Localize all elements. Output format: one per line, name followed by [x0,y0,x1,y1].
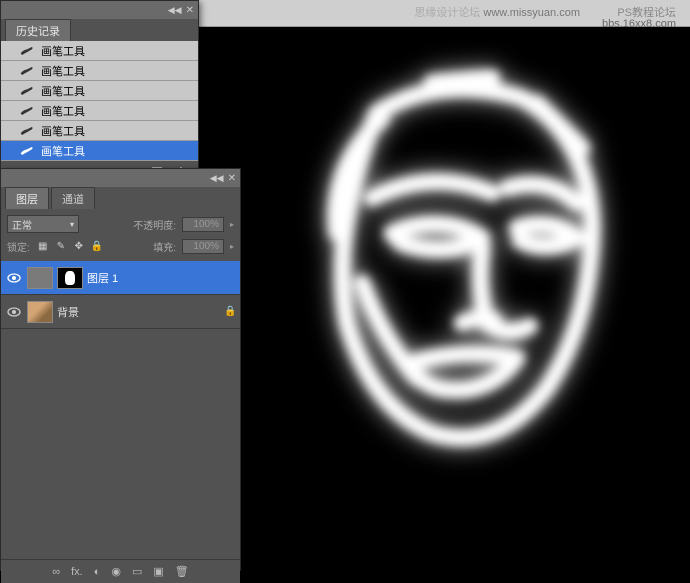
collapse-icon[interactable]: ◀◀ [210,173,224,184]
brush-icon [19,65,35,77]
history-item-label: 画笔工具 [35,63,85,79]
layers-panel: ◀◀ ✕ 图层 通道 正常▾ 不透明度: 100% ▸ 锁定: ▦ ✎ ✥ 🔒 … [0,168,241,571]
history-list: 画笔工具 画笔工具 画笔工具 画笔工具 画笔工具 画笔工具 [1,41,198,161]
tab-layers[interactable]: 图层 [5,187,49,209]
brush-icon [19,85,35,97]
history-item[interactable]: 画笔工具 [1,41,198,61]
tab-channels[interactable]: 通道 [51,187,95,209]
brush-icon [19,125,35,137]
history-item[interactable]: 画笔工具 [1,61,198,81]
opacity-value[interactable]: 100% [182,217,224,232]
brush-icon [19,105,35,117]
layer-name: 图层 1 [87,270,220,286]
history-item-label: 画笔工具 [35,143,85,159]
fill-label: 填充: [153,239,176,254]
brush-icon [19,145,35,157]
blend-mode-dropdown[interactable]: 正常▾ [7,215,79,233]
canvas[interactable] [242,28,690,572]
history-item[interactable]: 画笔工具 [1,141,198,161]
history-panel: ◀◀ ✕ 历史记录 画笔工具 画笔工具 画笔工具 画笔工具 画笔工具 画笔工具 [0,0,199,184]
lock-paint-icon[interactable]: ✎ [54,239,68,253]
history-item[interactable]: 画笔工具 [1,121,198,141]
layer-row[interactable]: 图层 1 [1,261,240,295]
layers-list: 图层 1 背景 🔒 [1,261,240,559]
layer-thumbnail[interactable] [27,267,53,289]
watermark-url: bbs.16xx8.com [602,18,676,30]
layer-name: 背景 [57,304,220,320]
opacity-label: 不透明度: [133,217,176,232]
panel-header[interactable]: ◀◀ ✕ [1,1,198,19]
watermark-forum: 思缘设计论坛 www.missyuan.com [414,4,580,20]
lock-transparency-icon[interactable]: ▦ [36,239,50,253]
tab-history[interactable]: 历史记录 [5,19,71,41]
visibility-toggle[interactable] [5,307,23,317]
history-item-label: 画笔工具 [35,43,85,59]
mask-thumbnail[interactable] [57,267,83,289]
close-icon[interactable]: ✕ [186,5,194,16]
history-item[interactable]: 画笔工具 [1,81,198,101]
layer-row[interactable]: 背景 🔒 [1,295,240,329]
painted-face [282,58,622,458]
history-item-label: 画笔工具 [35,103,85,119]
layer-thumbnail[interactable] [27,301,53,323]
visibility-toggle[interactable] [5,273,23,283]
lock-icon: 🔒 [224,306,236,317]
panel-header[interactable]: ◀◀ ✕ [1,169,240,187]
lock-move-icon[interactable]: ✥ [72,239,86,253]
collapse-icon[interactable]: ◀◀ [168,5,182,16]
lock-label: 锁定: [7,239,30,254]
brush-icon [19,45,35,57]
layers-footer: ∞fx.◐◉▭▣🗑 [1,559,240,583]
close-icon[interactable]: ✕ [228,173,236,184]
history-item-label: 画笔工具 [35,123,85,139]
lock-all-icon[interactable]: 🔒 [90,239,104,253]
history-item-label: 画笔工具 [35,83,85,99]
history-item[interactable]: 画笔工具 [1,101,198,121]
fill-value[interactable]: 100% [182,239,224,254]
